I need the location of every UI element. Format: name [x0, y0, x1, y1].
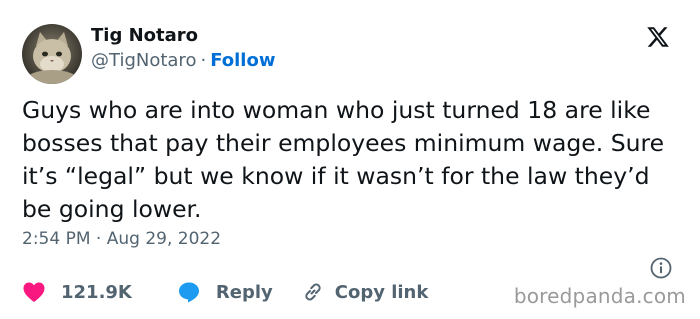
x-logo-icon[interactable] — [646, 25, 670, 49]
watermark: boredpanda.com — [513, 284, 686, 308]
info-icon[interactable] — [650, 257, 672, 279]
follow-button[interactable]: Follow — [210, 50, 275, 71]
action-bar: 121.9K Reply Copy link — [22, 279, 428, 305]
heart-icon — [23, 282, 45, 302]
copy-link-button[interactable]: Copy link — [301, 280, 429, 304]
copy-link-label: Copy link — [334, 281, 429, 303]
timestamp[interactable]: 2:54 PM · Aug 29, 2022 — [22, 229, 221, 249]
link-icon — [305, 283, 321, 301]
handle[interactable]: @TigNotaro — [91, 50, 196, 71]
reply-button[interactable]: Reply — [177, 280, 273, 304]
handle-separator: · — [200, 50, 207, 71]
reply-label: Reply — [215, 281, 273, 303]
timestamp-separator: · — [95, 229, 102, 249]
tweet-date: Aug 29, 2022 — [106, 229, 222, 249]
avatar[interactable] — [22, 24, 82, 84]
likes-count: 121.9K — [61, 281, 132, 303]
tweet-text: Guys who are into woman who just turned … — [22, 96, 665, 223]
speech-bubble-icon — [178, 282, 199, 303]
like-button[interactable]: 121.9K — [22, 281, 132, 303]
display-name[interactable]: Tig Notaro — [91, 25, 198, 46]
cat-avatar-image — [22, 24, 82, 84]
handle-row: @TigNotaro · Follow — [91, 50, 275, 71]
tweet-time: 2:54 PM — [22, 229, 91, 249]
